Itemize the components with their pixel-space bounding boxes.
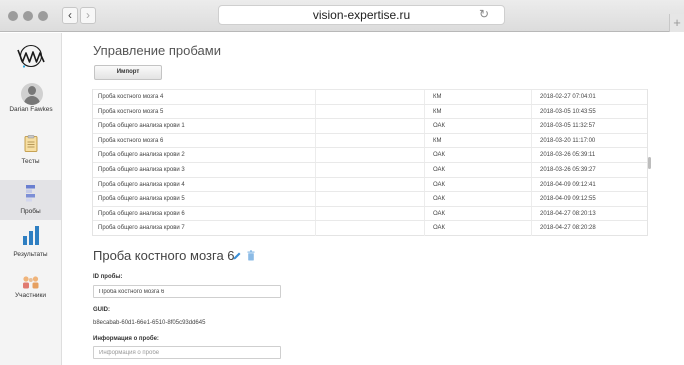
sample-id-label: ID пробы: — [93, 274, 123, 280]
table-row[interactable]: Проба общего анализа крови 6 ОАК 2018-04-2… — [93, 205, 647, 221]
samples-table: Проба костного мозга 4 КМ 2018-02-27 07:04… — [92, 89, 648, 236]
trash-icon[interactable] — [247, 250, 255, 261]
main-content: Управление пробами Импорт Проба костного… — [62, 33, 684, 365]
zoom-window-button[interactable] — [38, 11, 48, 21]
import-button[interactable]: Импорт — [94, 65, 162, 80]
sample-date-cell: 2018-03-26 05:39:11 — [540, 152, 596, 159]
table-row[interactable]: Проба костного мозга 4 КМ 2018-02-27 07:04… — [93, 89, 647, 104]
sidebar-item-results[interactable]: Результаты — [0, 223, 61, 263]
table-scrollbar[interactable] — [648, 89, 652, 236]
table-row[interactable]: Проба общего анализа крови 3 ОАК 2018-03-2… — [93, 162, 647, 177]
sidebar-item-label: Пробы — [20, 208, 41, 215]
sample-type-cell: ОАК — [433, 181, 446, 188]
chevron-left-icon: ‹ — [68, 8, 72, 22]
url-text: vision-expertise.ru — [312, 8, 411, 22]
address-bar[interactable]: vision-expertise.ru ↻ — [218, 5, 505, 25]
sample-type-cell: ОАК — [433, 225, 446, 232]
forward-button[interactable]: › — [80, 7, 96, 24]
sidebar-item-tests[interactable]: Тесты — [0, 131, 61, 171]
sample-name-cell: Проба общего анализа крови 4 — [98, 181, 185, 188]
samples-icon — [26, 185, 35, 202]
new-tab-button[interactable]: + — [669, 14, 684, 32]
sample-date-cell: 2018-03-05 11:32:57 — [540, 123, 596, 130]
sample-name-cell: Проба общего анализа крови 1 — [98, 123, 185, 130]
close-window-button[interactable] — [8, 11, 18, 21]
sample-date-cell: 2018-03-26 05:39:27 — [540, 167, 596, 173]
sidebar-item-label: Результаты — [13, 251, 48, 258]
sample-date-cell: 2018-03-05 10:43:55 — [540, 108, 596, 115]
sidebar-item-participants[interactable]: Участники — [0, 271, 61, 311]
participants-icon — [23, 276, 39, 289]
table-row[interactable]: Проба общего анализа крови 7 ОАК 2018-04-2… — [93, 220, 647, 235]
sample-date-cell: 2018-04-09 09:12:55 — [540, 196, 596, 203]
sample-name-cell: Проба общего анализа крови 7 — [98, 225, 185, 232]
sample-type-cell: ОАК — [433, 210, 446, 217]
sample-name-cell: Проба костного мозга 6 — [98, 137, 164, 144]
table-row[interactable]: Проба костного мозга 5 КМ 2018-03-05 10:43… — [93, 103, 647, 119]
sample-date-cell: 2018-04-27 08:20:28 — [540, 225, 596, 232]
sample-type-cell: КМ — [433, 137, 442, 144]
app-logo[interactable] — [16, 44, 46, 68]
avatar[interactable] — [21, 83, 43, 105]
sidebar: Darian Fawkes Тесты Пробы Результаты Уча… — [0, 33, 62, 365]
sample-name-cell: Проба костного мозга 4 — [98, 94, 164, 100]
sample-type-cell: ОАК — [433, 167, 446, 173]
sample-name-cell: Проба общего анализа крови 3 — [98, 167, 185, 173]
chevron-right-icon: › — [86, 8, 90, 22]
sample-date-cell: 2018-03-20 11:17:00 — [540, 137, 596, 144]
sample-date-cell: 2018-04-27 08:20:13 — [540, 210, 596, 217]
guid-value: b8ecabab-60d1-66e1-6510-8f05c93dd645 — [93, 320, 206, 326]
sample-name-cell: Проба общего анализа крови 6 — [98, 210, 185, 217]
guid-label: GUID: — [93, 307, 110, 313]
table-row[interactable]: Проба общего анализа крови 2 ОАК 2018-03-2… — [93, 147, 647, 162]
clipboard-icon — [24, 135, 38, 152]
bar-chart-icon — [23, 226, 39, 245]
browser-titlebar: ‹ › vision-expertise.ru ↻ + — [0, 0, 684, 32]
pencil-icon[interactable] — [232, 251, 242, 261]
sample-date-cell: 2018-02-27 07:04:01 — [540, 94, 596, 100]
sample-name-cell: Проба общего анализа крови 5 — [98, 196, 185, 203]
page-title: Управление пробами — [93, 43, 221, 58]
reload-icon[interactable]: ↻ — [479, 7, 489, 21]
table-row[interactable]: Проба общего анализа крови 1 ОАК 2018-03-0… — [93, 118, 647, 133]
sample-type-cell: ОАК — [433, 152, 446, 159]
sample-info-label: Информация о пробе: — [93, 336, 159, 342]
sidebar-item-label: Участники — [14, 292, 47, 299]
minimize-window-button[interactable] — [23, 11, 33, 21]
table-row[interactable]: Проба общего анализа крови 5 ОАК 2018-04-0… — [93, 191, 647, 206]
sample-info-field[interactable] — [93, 346, 281, 359]
sample-name-cell: Проба костного мозга 5 — [98, 108, 164, 115]
sample-name-cell: Проба общего анализа крови 2 — [98, 152, 185, 159]
back-button[interactable]: ‹ — [62, 7, 78, 24]
table-row[interactable]: Проба общего анализа крови 4 ОАК 2018-04-0… — [93, 176, 647, 192]
table-row[interactable]: Проба костного мозга 6 КМ 2018-03-20 11:17… — [93, 132, 647, 148]
sample-detail-title: Проба костного мозга 6 — [93, 248, 235, 263]
sidebar-item-samples[interactable]: Пробы — [0, 180, 61, 220]
sidebar-item-label: Тесты — [21, 158, 40, 165]
sample-type-cell: КМ — [433, 94, 442, 100]
scrollbar-thumb[interactable] — [648, 157, 651, 169]
sample-type-cell: ОАК — [433, 123, 446, 130]
user-name[interactable]: Darian Fawkes — [0, 106, 62, 113]
sample-date-cell: 2018-04-09 09:12:41 — [540, 181, 596, 188]
sample-type-cell: ОАК — [433, 196, 446, 203]
sample-type-cell: КМ — [433, 108, 442, 115]
sample-id-field[interactable] — [93, 285, 281, 298]
